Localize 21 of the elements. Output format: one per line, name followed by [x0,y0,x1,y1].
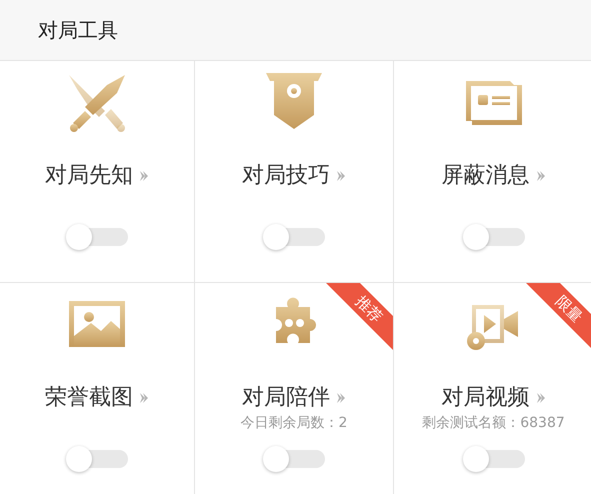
tool-note: 剩余测试名额：68387 [422,414,565,432]
tool-note: 今日剩余局数：2 [240,414,348,432]
tool-link[interactable]: 屏蔽消息 [442,161,546,191]
toggle-switch[interactable] [462,445,524,473]
toggle-switch[interactable] [462,223,524,251]
tool-link[interactable]: 荣誉截图 [45,383,149,413]
tool-link[interactable]: 对局视频 [442,383,546,413]
toggle-switch[interactable] [263,445,325,473]
toggle-switch[interactable] [263,223,325,251]
chevron-icon [139,392,149,404]
toggle-switch[interactable] [66,223,128,251]
section-title: 对局工具 [38,17,118,44]
chevron-icon [336,170,346,182]
chevron-icon [336,392,346,404]
tool-link[interactable]: 对局技巧 [242,161,346,191]
tool-link[interactable]: 对局陪伴 [242,383,346,413]
toggle-switch[interactable] [66,445,128,473]
chevron-icon [536,170,546,182]
chevron-icon [536,392,546,404]
tool-link[interactable]: 对局先知 [45,161,149,191]
chevron-icon [139,170,149,182]
